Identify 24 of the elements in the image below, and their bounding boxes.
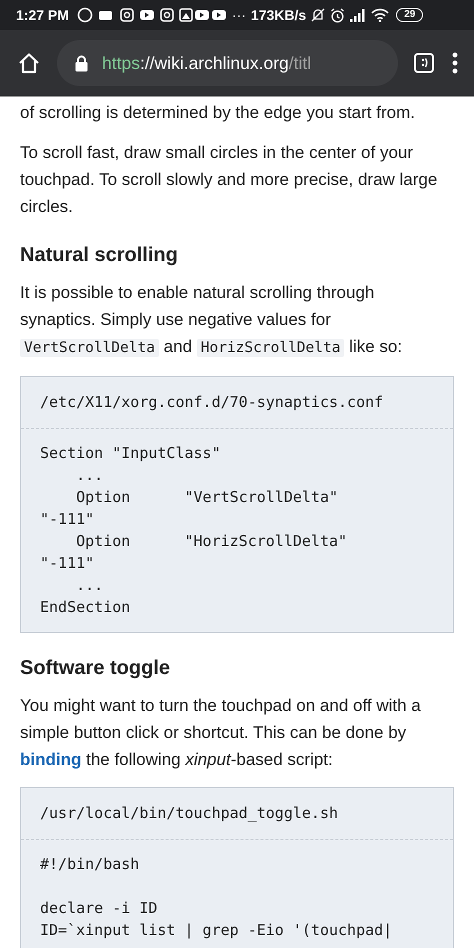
address-bar[interactable]: https://wiki.archlinux.org/titl <box>57 40 398 86</box>
signal-icon <box>350 8 366 22</box>
home-icon[interactable] <box>17 51 41 75</box>
menu-icon[interactable] <box>450 51 460 75</box>
battery-indicator: 29 <box>396 8 424 22</box>
tab-switcher-icon[interactable] <box>412 51 436 75</box>
more-notifications-indicator: ··· <box>232 7 246 23</box>
network-speed: 173KB/s <box>250 7 306 23</box>
paragraph: You might want to turn the touchpad on and off with a simple button click or shortcut. This can be done by binding the following xinput-based script: <box>20 695 422 771</box>
paragraph: To scroll fast, draw small circles in the center of your touchpad. To scroll slowly and more precise, draw large circles. <box>20 142 438 218</box>
file-path: /usr/local/bin/touchpad_toggle.sh <box>21 788 453 840</box>
status-time: 1:27 PM <box>16 7 69 23</box>
wifi-icon <box>371 8 390 22</box>
section-heading: Natural scrolling <box>20 244 179 267</box>
alarm-icon <box>330 8 346 22</box>
link[interactable]: binding <box>20 750 82 769</box>
paragraph: It is possible to enable natural scrolling through synaptics. Simply use negative values for VertScrollDelta and HorizScrollDelta like so: <box>20 282 404 359</box>
lock-icon <box>75 54 88 72</box>
url-text: https://wiki.archlinux.org/titl <box>102 52 312 74</box>
paragraph: of scrolling is determined by the edge you start from. <box>20 102 416 124</box>
code-text: #!/bin/bash declare -i ID ID=`xinput list | grep -Eio '(touchpad| <box>39 854 394 941</box>
section-heading: Software toggle <box>20 657 172 680</box>
file-path: /etc/X11/xorg.conf.d/70-synaptics.conf <box>21 377 453 429</box>
code-text: Section "InputClass" ... Option "VertScrollDelta" "-111" Option "HorizScrollDelta" "-111" ... EndSection <box>39 443 348 618</box>
